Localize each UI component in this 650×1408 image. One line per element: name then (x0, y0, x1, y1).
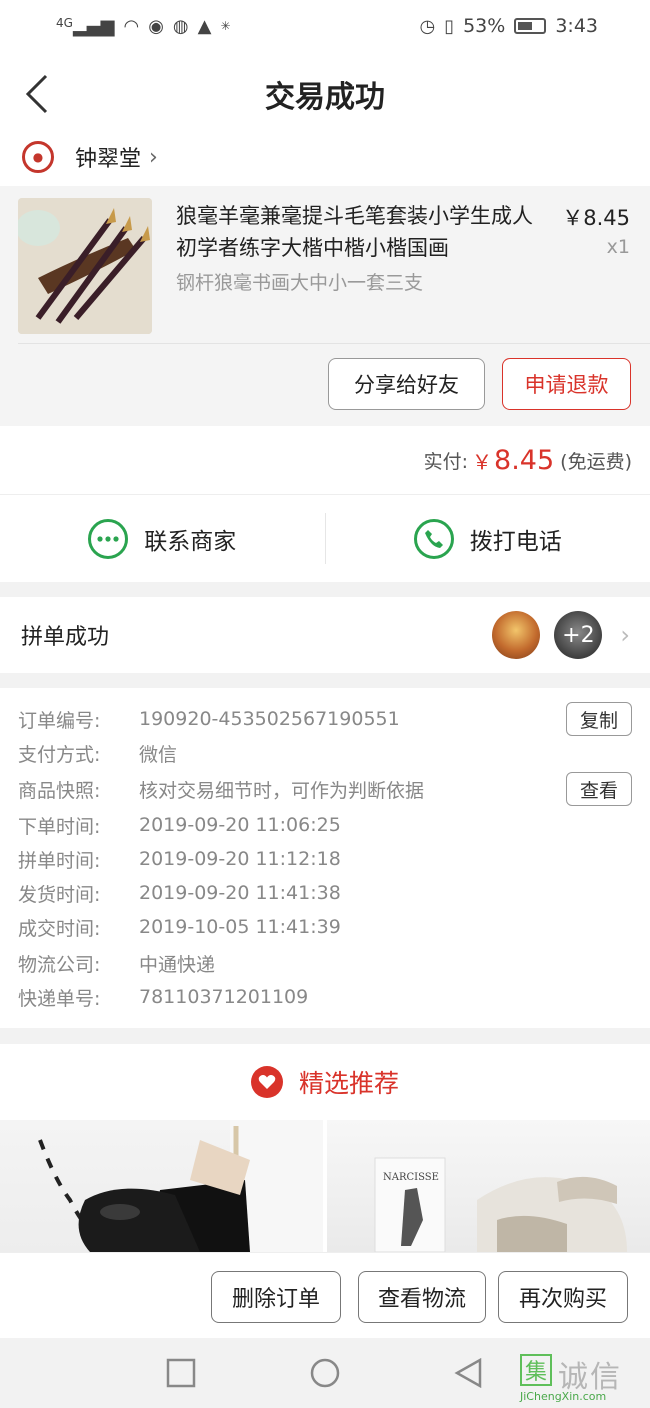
detail-row-group-time: 拼单时间: 2019-09-20 11:12:18 (18, 842, 638, 876)
detail-key: 订单编号: (18, 709, 101, 732)
alarm-icon: ◷ (419, 15, 436, 37)
notification-icon: ✳ (220, 19, 231, 33)
group-buy-label: 拼单成功 (21, 625, 110, 650)
wechat-icon: ◍ (172, 15, 189, 37)
paid-currency: ￥ (472, 449, 493, 474)
refund-button[interactable]: 申请退款 (502, 358, 631, 410)
signal-icon: 4G▂▄▆ (56, 15, 115, 37)
group-buy-row[interactable]: 拼单成功 +2 › (0, 597, 650, 673)
order-number: 190920-453502567190551 (139, 708, 400, 730)
recommend-header: 精选推荐 (0, 1044, 650, 1120)
detail-key: 物流公司: (18, 953, 101, 976)
call-phone-button[interactable]: 拨打电话 (326, 495, 650, 582)
delete-order-button[interactable]: 删除订单 (211, 1271, 341, 1323)
recents-icon[interactable] (166, 1358, 196, 1388)
detail-key: 商品快照: (18, 779, 101, 802)
order-action-bar: 删除订单 查看物流 再次购买 (0, 1252, 650, 1338)
ship-time: 2019-09-20 11:41:38 (139, 882, 341, 904)
vibrate-icon: ▯ (444, 15, 455, 37)
product-image[interactable] (18, 198, 152, 334)
heart-icon (250, 1066, 283, 1098)
store-name[interactable]: 钟翠堂 (75, 141, 141, 173)
tracking-number: 78110371201109 (139, 986, 309, 1008)
store-logo: ● (22, 141, 54, 173)
product-card[interactable]: 狼毫羊毫兼毫提斗毛笔套装小学生成人初学者练字大楷中楷小楷国画 钢杆狼毫书画大中小… (0, 186, 650, 426)
view-logistics-button[interactable]: 查看物流 (358, 1271, 486, 1323)
paid-amount: 8.45 (494, 444, 555, 476)
product-title[interactable]: 狼毫羊毫兼毫提斗毛笔套装小学生成人初学者练字大楷中楷小楷国画 (176, 200, 546, 264)
more-members-avatar: +2 (554, 611, 603, 659)
home-icon[interactable] (310, 1358, 340, 1388)
detail-key: 下单时间: (18, 815, 101, 838)
payment-method: 微信 (139, 743, 178, 766)
detail-row-complete-time: 成交时间: 2019-10-05 11:41:39 (18, 910, 638, 944)
battery-icon (514, 18, 547, 34)
recommend-item[interactable] (0, 1120, 323, 1252)
contact-merchant-label: 联系商家 (144, 528, 237, 555)
complete-time: 2019-10-05 11:41:39 (139, 916, 341, 938)
detail-key: 成交时间: (18, 917, 101, 940)
clock: 3:43 (555, 15, 598, 37)
detail-row-tracking: 快递单号: 78110371201109 (18, 980, 638, 1014)
group-avatars[interactable]: +2 › (492, 611, 630, 659)
nav-bar: 交易成功 (0, 52, 650, 136)
recommend-item[interactable]: NARCISSE (327, 1120, 650, 1252)
divider (18, 343, 650, 344)
chat-icon (88, 518, 129, 559)
detail-key: 拼单时间: (18, 849, 101, 872)
shipping-note: (免运费) (560, 450, 632, 473)
contact-row: 联系商家 拨打电话 (0, 494, 650, 582)
detail-key: 支付方式: (18, 743, 101, 766)
back-icon[interactable] (454, 1358, 484, 1388)
svg-text:NARCISSE: NARCISSE (383, 1172, 439, 1183)
view-snapshot-button[interactable]: 查看 (566, 772, 632, 806)
share-button[interactable]: 分享给好友 (328, 358, 485, 410)
order-time: 2019-09-20 11:06:25 (139, 814, 341, 836)
watermark-url: JiChengXin.com (520, 1390, 607, 1403)
recommend-grid: NARCISSE (0, 1120, 650, 1252)
copy-button[interactable]: 复制 (566, 702, 632, 736)
avatar (492, 611, 541, 659)
battery-percent: 53% (463, 15, 506, 37)
status-bar: 4G▂▄▆ ◠ ◉ ◍ ▲ ✳ ◷ ▯ 53% 3:43 (0, 0, 650, 52)
product-quantity: x1 (606, 236, 630, 258)
status-left: 4G▂▄▆ ◠ ◉ ◍ ▲ ✳ (56, 16, 231, 37)
detail-key: 发货时间: (18, 883, 101, 906)
back-arrow-icon[interactable] (22, 72, 56, 116)
snapshot-note: 核对交易细节时，可作为判断依据 (139, 779, 425, 802)
detail-row-order-time: 下单时间: 2019-09-20 11:06:25 (18, 808, 638, 842)
chevron-right-icon: › (149, 144, 158, 170)
detail-row-order-number: 订单编号: 190920-453502567190551 (18, 702, 638, 736)
paid-label: 实付: (423, 450, 469, 473)
call-phone-label: 拨打电话 (469, 528, 562, 555)
group-time: 2019-09-20 11:12:18 (139, 848, 341, 870)
watermark-logo: 集 (520, 1354, 552, 1386)
order-details: 订单编号: 190920-453502567190551 复制 支付方式: 微信… (0, 688, 650, 1028)
product-sku: 钢杆狼毫书画大中小一套三支 (176, 272, 424, 294)
detail-key: 快递单号: (18, 987, 101, 1010)
recommend-title: 精选推荐 (298, 1069, 399, 1098)
detail-row-payment-method: 支付方式: 微信 (18, 736, 638, 770)
detail-row-ship-time: 发货时间: 2019-09-20 11:41:38 (18, 876, 638, 910)
watermark: 集 诚信 JiChengXin.com (518, 1346, 650, 1404)
product-price: ￥8.45 (562, 206, 630, 230)
contact-merchant-button[interactable]: 联系商家 (0, 495, 325, 582)
store-row[interactable]: ● 钟翠堂 › (0, 128, 650, 186)
chevron-right-icon: › (620, 621, 630, 649)
qq-icon: ▲ (197, 15, 212, 37)
page-title: 交易成功 (265, 80, 385, 115)
wifi-icon: ◠ (123, 15, 140, 37)
detail-row-courier: 物流公司: 中通快递 (18, 946, 638, 980)
detail-row-snapshot: 商品快照: 核对交易细节时，可作为判断依据 (18, 772, 638, 806)
phone-icon (413, 518, 454, 559)
eye-icon: ◉ (148, 15, 164, 37)
courier-company: 中通快递 (139, 953, 216, 976)
payment-summary: 实付: ￥ 8.45 (免运费) (0, 426, 650, 494)
status-right: ◷ ▯ 53% 3:43 (419, 15, 598, 37)
rebuy-button[interactable]: 再次购买 (498, 1271, 628, 1323)
